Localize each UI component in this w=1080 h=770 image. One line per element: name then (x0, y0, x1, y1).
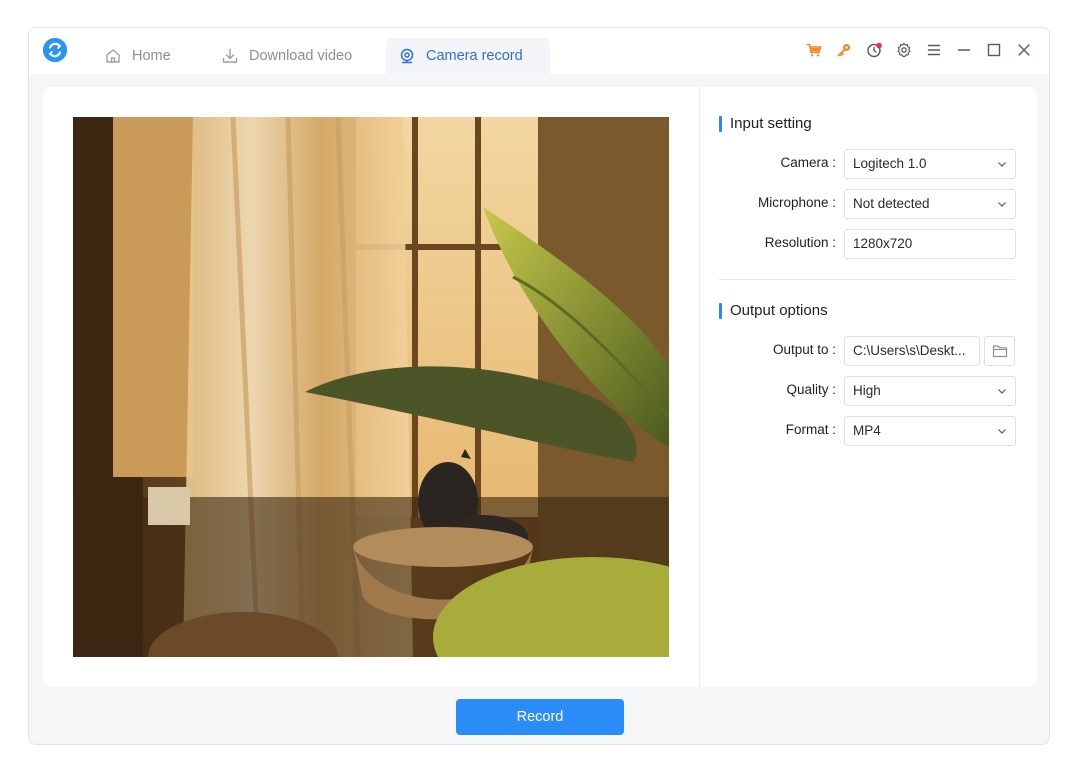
output-path-field[interactable]: C:\Users\s\Deskt... (844, 336, 980, 366)
key-icon[interactable] (829, 39, 859, 61)
webcam-icon (398, 47, 416, 65)
output-path-value: C:\Users\s\Deskt... (853, 343, 966, 358)
quality-select[interactable]: High (844, 376, 1016, 406)
history-icon[interactable] (859, 39, 889, 61)
section-divider (719, 279, 1015, 280)
resolution-value: 1280x720 (853, 236, 913, 251)
tab-camera-record[interactable]: Camera record (386, 38, 550, 74)
camera-label: Camera : (780, 155, 836, 170)
quality-label: Quality : (786, 382, 836, 397)
download-icon (221, 47, 239, 65)
microphone-value: Not detected (853, 196, 930, 211)
title-bar: Home Download video Camera record (29, 28, 1049, 74)
tab-camera-label: Camera record (426, 48, 523, 64)
format-value: MP4 (853, 423, 881, 438)
tab-download-video[interactable]: Download video (209, 38, 409, 74)
folder-icon (992, 345, 1007, 358)
maximize-icon[interactable] (979, 39, 1009, 61)
tab-home[interactable]: Home (92, 38, 202, 74)
output-options-title: Output options (730, 302, 828, 319)
resolution-label: Resolution : (764, 235, 836, 250)
home-icon (104, 47, 122, 65)
record-button[interactable]: Record (456, 699, 624, 735)
camera-preview (73, 117, 669, 657)
camera-select[interactable]: Logitech 1.0 (844, 149, 1016, 179)
camera-value: Logitech 1.0 (853, 156, 927, 171)
format-select[interactable]: MP4 (844, 416, 1016, 446)
chevron-down-icon (998, 389, 1006, 394)
quality-value: High (853, 383, 881, 398)
app-window: Home Download video Camera record Input … (28, 27, 1050, 745)
gear-icon[interactable] (889, 39, 919, 61)
chevron-down-icon (998, 429, 1006, 434)
main-panel: Input setting Camera : Logitech 1.0 Micr… (43, 87, 1037, 687)
minimize-icon[interactable] (949, 39, 979, 61)
cart-icon[interactable] (799, 39, 829, 61)
close-icon[interactable] (1009, 39, 1039, 61)
browse-folder-button[interactable] (984, 336, 1015, 366)
output-options-heading: Output options (719, 302, 828, 320)
panel-divider (699, 87, 700, 687)
titlebar-controls (799, 39, 1039, 61)
chevron-down-icon (998, 162, 1006, 167)
input-setting-title: Input setting (730, 115, 812, 132)
microphone-label: Microphone : (757, 195, 836, 210)
format-label: Format : (785, 422, 836, 437)
app-logo-icon (43, 38, 67, 62)
resolution-field[interactable]: 1280x720 (844, 229, 1016, 259)
tab-home-label: Home (132, 48, 171, 64)
tab-download-label: Download video (249, 48, 353, 64)
chevron-down-icon (998, 202, 1006, 207)
microphone-select[interactable]: Not detected (844, 189, 1016, 219)
input-setting-heading: Input setting (719, 115, 812, 133)
output-to-label: Output to : (772, 342, 836, 357)
menu-icon[interactable] (919, 39, 949, 61)
